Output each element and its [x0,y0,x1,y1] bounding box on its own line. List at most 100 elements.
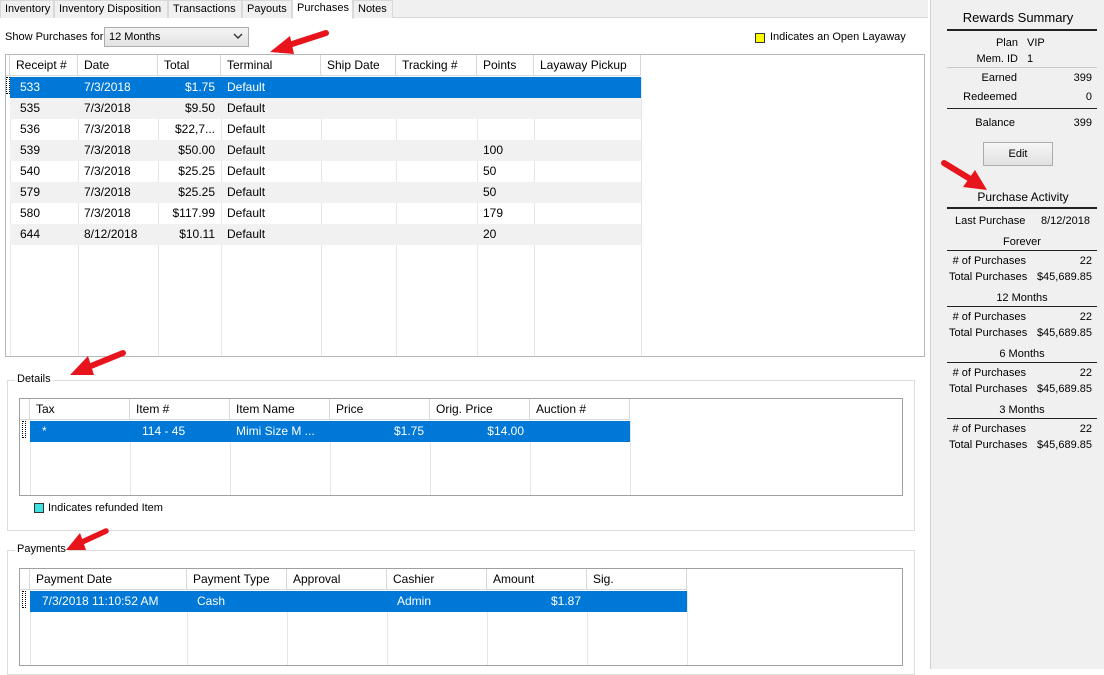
cell-date: 7/3/2018 [84,122,131,136]
cell-total: $50.00 [178,143,215,157]
cell-terminal: Default [227,164,266,178]
table-row[interactable]: 644 8/12/2018 $10.11 Default 20 [10,224,641,245]
col-header-tracking[interactable]: Tracking # [396,55,477,76]
cell-points: 179 [483,206,504,220]
table-row[interactable]: 536 7/3/2018 $22,7... Default [10,119,641,140]
payments-group-title: Payments [15,543,68,555]
cell-tracking [396,119,477,140]
cell-layaway-pickup [534,161,641,182]
table-row[interactable]: 539 7/3/2018 $50.00 Default 100 [10,140,641,161]
table-row[interactable]: 533 7/3/2018 $1.75 Default [10,77,641,98]
col-header-layaway-pickup[interactable]: Layaway Pickup [534,55,641,76]
divider [947,250,1097,251]
cell-receipt: 580 [20,206,41,220]
divider [947,108,1097,109]
tab-payouts[interactable]: Payouts [242,0,292,18]
col-header-amount[interactable]: Amount [487,569,587,590]
col-header-tax[interactable]: Tax [30,399,130,420]
redeemed-value: 0 [1085,91,1092,103]
open-layaway-legend-text: Indicates an Open Layaway [770,31,906,43]
col-header-approval[interactable]: Approval [287,569,387,590]
plan-value: VIP [1027,37,1045,49]
table-row[interactable]: 535 7/3/2018 $9.50 Default [10,98,641,119]
cell-points: 50 [483,164,497,178]
cell-payment-type: Cash [197,594,226,608]
col-header-date[interactable]: Date [78,55,158,76]
period-name-3-months: 3 Months [999,404,1045,416]
row-focus-indicator [22,591,26,608]
edit-rewards-button[interactable]: Edit [983,142,1053,166]
tab-notes[interactable]: Notes [353,0,393,18]
cell-receipt: 533 [20,80,41,94]
cell-ship-date [321,119,396,140]
period-name-6-months: 6 Months [999,348,1045,360]
period-dropdown[interactable]: 12 Months [104,27,249,47]
cell-date: 7/3/2018 [84,143,131,157]
col-header-item-name[interactable]: Item Name [230,399,330,420]
col-header-ship-date[interactable]: Ship Date [321,55,396,76]
balance-label: Balance [975,117,1015,129]
tab-transactions[interactable]: Transactions [168,0,242,18]
cell-total: $22,7... [174,122,215,136]
col-header-price[interactable]: Price [330,399,430,420]
cell-points: 100 [483,143,504,157]
cell-ship-date [321,203,396,224]
cell-ship-date [321,224,396,245]
divider [947,306,1097,307]
total-purchases-value: $45,689.85 [1036,271,1092,283]
col-header-payment-type[interactable]: Payment Type [187,569,287,590]
tab-inventory[interactable]: Inventory [0,0,54,18]
cell-total: $10.11 [179,227,215,241]
total-purchases-label: Total Purchases [949,383,1028,395]
rewards-summary-title: Rewards Summary [962,10,1074,25]
cell-receipt: 539 [20,143,41,157]
table-row[interactable]: 540 7/3/2018 $25.25 Default 50 [10,161,641,182]
divider [947,29,1097,31]
col-header-receipt[interactable]: Receipt # [10,55,78,76]
col-header-terminal[interactable]: Terminal [221,55,321,76]
col-header-orig-price[interactable]: Orig. Price [430,399,530,420]
table-row[interactable]: 579 7/3/2018 $25.25 Default 50 [10,182,641,203]
table-row[interactable]: 7/3/2018 11:10:52 AM Cash Admin $1.87 [30,591,687,612]
col-header-cashier[interactable]: Cashier [387,569,487,590]
earned-label: Earned [981,72,1017,84]
cell-price: $1.75 [393,424,424,438]
red-arrow-icon [66,528,109,550]
col-header-item-number[interactable]: Item # [130,399,230,420]
cell-tracking [396,161,477,182]
col-header-auction[interactable]: Auction # [530,399,630,420]
purchase-activity-title: Purchase Activity [977,190,1069,204]
tab-inventory-disposition[interactable]: Inventory Disposition [54,0,168,18]
cell-ship-date [321,161,396,182]
tab-bar: Inventory Inventory Disposition Transact… [0,0,928,19]
cell-points: 50 [483,185,497,199]
cell-layaway-pickup [534,182,641,203]
col-header-sig[interactable]: Sig. [587,569,687,590]
plan-label: Plan [995,37,1018,49]
summary-panel: Rewards Summary Plan VIP Mem. ID 1 Earne… [930,0,1104,669]
cell-ship-date [321,182,396,203]
row-focus-indicator [6,77,10,94]
col-header-payment-date[interactable]: Payment Date [30,569,187,590]
refunded-legend-text: Indicates refunded Item [48,502,163,514]
purchases-grid: Receipt # Date Total Terminal Ship Date … [5,54,925,357]
purchases-tab-panel: Show Purchases for 12 Months Indicates a… [0,18,928,675]
cell-receipt: 536 [20,122,41,136]
col-header-total[interactable]: Total [158,55,221,76]
cell-terminal: Default [227,101,266,115]
red-arrow-icon [270,30,329,54]
row-focus-indicator [22,421,26,438]
cell-total: $1.75 [184,80,215,94]
details-group-title: Details [15,373,53,385]
period-dropdown-value: 12 Months [109,31,161,43]
cell-terminal: Default [227,80,266,94]
purchase-count-value: 22 [1079,255,1092,267]
table-row[interactable]: 580 7/3/2018 $117.99 Default 179 [10,203,641,224]
col-header-points[interactable]: Points [477,55,534,76]
redeemed-label: Redeemed [963,91,1017,103]
refunded-color-swatch [34,503,44,513]
table-row[interactable]: * 114 - 45 Mimi Size M ... $1.75 $14.00 [30,421,630,442]
grid-corner [20,399,30,420]
tab-purchases[interactable]: Purchases [292,0,353,19]
earned-value: 399 [1073,72,1092,84]
